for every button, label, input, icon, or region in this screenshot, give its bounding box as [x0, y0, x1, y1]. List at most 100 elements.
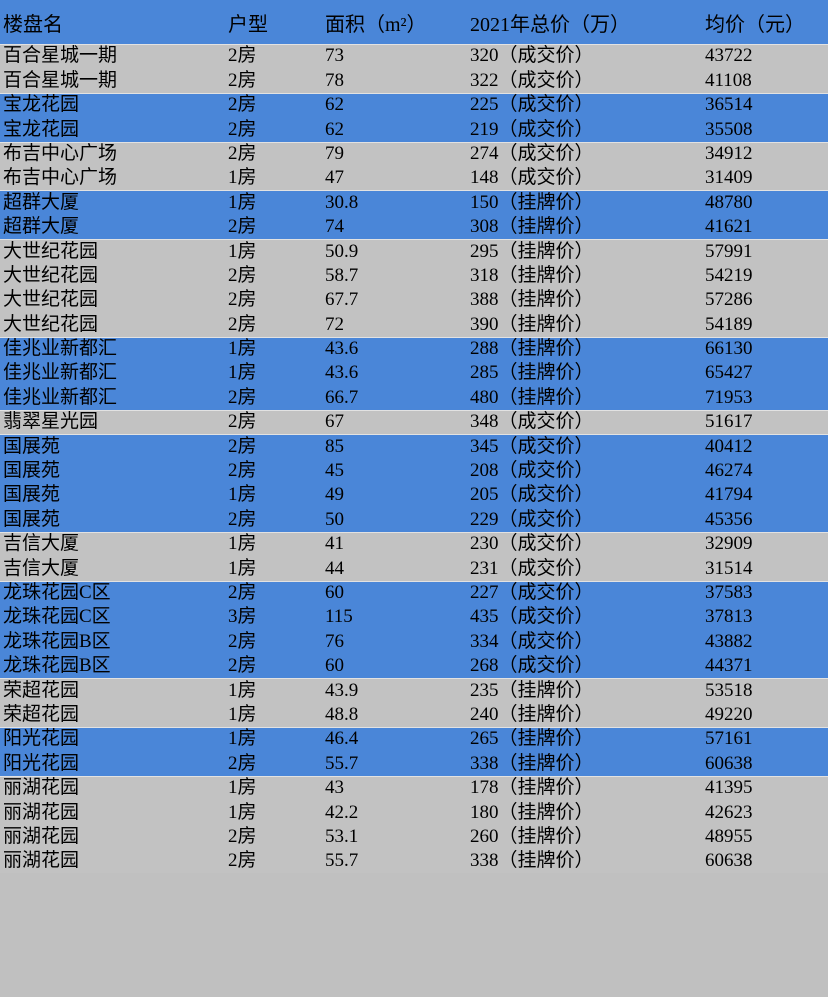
- cell-unit-type[interactable]: 2房: [228, 507, 325, 532]
- cell-area[interactable]: 43.9: [325, 678, 470, 703]
- cell-area[interactable]: 44: [325, 556, 470, 581]
- cell-total-price[interactable]: 435（成交价）: [470, 604, 705, 630]
- table-row[interactable]: 龙珠花园C区 2房 60 227（成交价） 37583: [0, 580, 828, 605]
- table-row[interactable]: 龙珠花园B区 2房 76 334（成交价） 43882: [0, 629, 828, 654]
- cell-total-price[interactable]: 150（挂牌价）: [470, 190, 705, 215]
- cell-total-price[interactable]: 265（挂牌价）: [470, 726, 705, 752]
- table-row[interactable]: 大世纪花园 2房 67.7 388（挂牌价） 57286: [0, 287, 828, 313]
- cell-area[interactable]: 74: [325, 214, 470, 240]
- cell-total-price[interactable]: 225（成交价）: [470, 92, 705, 118]
- cell-total-price[interactable]: 345（成交价）: [470, 434, 705, 459]
- table-row[interactable]: 大世纪花园 2房 58.7 318（挂牌价） 54219: [0, 263, 828, 288]
- cell-property-name[interactable]: 荣超花园: [0, 678, 228, 703]
- table-row[interactable]: 大世纪花园 1房 50.9 295（挂牌价） 57991: [0, 239, 828, 264]
- cell-unit-price[interactable]: 35508: [705, 117, 828, 142]
- cell-unit-type[interactable]: 2房: [228, 458, 325, 484]
- cell-unit-type[interactable]: 2房: [228, 287, 325, 313]
- cell-property-name[interactable]: 大世纪花园: [0, 287, 228, 313]
- cell-area[interactable]: 79: [325, 141, 470, 166]
- table-row[interactable]: 国展苑 2房 45 208（成交价） 46274: [0, 458, 828, 484]
- cell-property-name[interactable]: 超群大厦: [0, 190, 228, 215]
- cell-total-price[interactable]: 240（挂牌价）: [470, 702, 705, 727]
- cell-unit-type[interactable]: 3房: [228, 604, 325, 630]
- cell-unit-price[interactable]: 48955: [705, 824, 828, 849]
- cell-total-price[interactable]: 148（成交价）: [470, 165, 705, 191]
- cell-unit-price[interactable]: 45356: [705, 507, 828, 532]
- cell-total-price[interactable]: 235（挂牌价）: [470, 678, 705, 703]
- cell-unit-price[interactable]: 42623: [705, 800, 828, 825]
- cell-unit-price[interactable]: 43882: [705, 629, 828, 654]
- cell-unit-type[interactable]: 2房: [228, 263, 325, 288]
- cell-area[interactable]: 66.7: [325, 385, 470, 410]
- cell-property-name[interactable]: 阳光花园: [0, 726, 228, 752]
- cell-unit-price[interactable]: 53518: [705, 678, 828, 703]
- cell-property-name[interactable]: 国展苑: [0, 458, 228, 484]
- cell-total-price[interactable]: 231（成交价）: [470, 556, 705, 581]
- table-row[interactable]: 翡翠星光园 2房 67 348（成交价） 51617: [0, 409, 828, 435]
- cell-total-price[interactable]: 308（挂牌价）: [470, 214, 705, 240]
- cell-unit-type[interactable]: 2房: [228, 214, 325, 240]
- cell-unit-price[interactable]: 43722: [705, 44, 828, 69]
- cell-area[interactable]: 67.7: [325, 287, 470, 313]
- cell-area[interactable]: 49: [325, 483, 470, 508]
- cell-unit-price[interactable]: 60638: [705, 751, 828, 776]
- cell-property-name[interactable]: 大世纪花园: [0, 263, 228, 288]
- cell-area[interactable]: 62: [325, 92, 470, 118]
- table-row[interactable]: 丽湖花园 2房 55.7 338（挂牌价） 60638: [0, 848, 828, 874]
- cell-total-price[interactable]: 320（成交价）: [470, 44, 705, 69]
- cell-unit-type[interactable]: 2房: [228, 92, 325, 118]
- cell-unit-type[interactable]: 1房: [228, 678, 325, 703]
- cell-total-price[interactable]: 338（挂牌价）: [470, 751, 705, 776]
- cell-unit-price[interactable]: 65427: [705, 361, 828, 386]
- cell-area[interactable]: 73: [325, 44, 470, 69]
- cell-unit-type[interactable]: 1房: [228, 800, 325, 825]
- cell-unit-price[interactable]: 48780: [705, 190, 828, 215]
- cell-unit-type[interactable]: 1房: [228, 483, 325, 508]
- cell-area[interactable]: 50: [325, 507, 470, 532]
- cell-area[interactable]: 62: [325, 117, 470, 142]
- table-row[interactable]: 布吉中心广场 2房 79 274（成交价） 34912: [0, 141, 828, 166]
- cell-property-name[interactable]: 吉信大厦: [0, 531, 228, 557]
- cell-property-name[interactable]: 佳兆业新都汇: [0, 336, 228, 362]
- table-row[interactable]: 龙珠花园B区 2房 60 268（成交价） 44371: [0, 653, 828, 679]
- cell-property-name[interactable]: 佳兆业新都汇: [0, 385, 228, 410]
- cell-area[interactable]: 55.7: [325, 848, 470, 874]
- table-row[interactable]: 丽湖花园 2房 53.1 260（挂牌价） 48955: [0, 824, 828, 849]
- cell-area[interactable]: 47: [325, 165, 470, 191]
- cell-unit-type[interactable]: 1房: [228, 531, 325, 557]
- cell-unit-type[interactable]: 1房: [228, 726, 325, 752]
- cell-unit-price[interactable]: 57991: [705, 239, 828, 264]
- table-row[interactable]: 阳光花园 1房 46.4 265（挂牌价） 57161: [0, 726, 828, 752]
- cell-area[interactable]: 55.7: [325, 751, 470, 776]
- cell-unit-price[interactable]: 54189: [705, 312, 828, 337]
- cell-unit-price[interactable]: 31514: [705, 556, 828, 581]
- cell-unit-type[interactable]: 2房: [228, 409, 325, 435]
- cell-unit-type[interactable]: 1房: [228, 165, 325, 191]
- cell-total-price[interactable]: 230（成交价）: [470, 531, 705, 557]
- cell-total-price[interactable]: 318（挂牌价）: [470, 263, 705, 288]
- cell-area[interactable]: 78: [325, 68, 470, 93]
- cell-unit-type[interactable]: 1房: [228, 336, 325, 362]
- cell-unit-type[interactable]: 1房: [228, 702, 325, 727]
- cell-area[interactable]: 67: [325, 409, 470, 435]
- cell-area[interactable]: 45: [325, 458, 470, 484]
- cell-area[interactable]: 48.8: [325, 702, 470, 727]
- cell-total-price[interactable]: 322（成交价）: [470, 68, 705, 93]
- table-row[interactable]: 布吉中心广场 1房 47 148（成交价） 31409: [0, 165, 828, 191]
- cell-unit-price[interactable]: 54219: [705, 263, 828, 288]
- cell-area[interactable]: 53.1: [325, 824, 470, 849]
- cell-property-name[interactable]: 丽湖花园: [0, 848, 228, 874]
- cell-unit-type[interactable]: 2房: [228, 44, 325, 69]
- cell-unit-type[interactable]: 1房: [228, 775, 325, 801]
- cell-property-name[interactable]: 龙珠花园B区: [0, 653, 228, 679]
- cell-area[interactable]: 72: [325, 312, 470, 337]
- cell-unit-price[interactable]: 49220: [705, 702, 828, 727]
- cell-property-name[interactable]: 佳兆业新都汇: [0, 361, 228, 386]
- cell-property-name[interactable]: 百合星城一期: [0, 44, 228, 69]
- cell-property-name[interactable]: 布吉中心广场: [0, 141, 228, 166]
- cell-unit-type[interactable]: 2房: [228, 117, 325, 142]
- cell-unit-price[interactable]: 46274: [705, 458, 828, 484]
- cell-property-name[interactable]: 百合星城一期: [0, 68, 228, 93]
- cell-property-name[interactable]: 龙珠花园B区: [0, 629, 228, 654]
- cell-unit-type[interactable]: 2房: [228, 629, 325, 654]
